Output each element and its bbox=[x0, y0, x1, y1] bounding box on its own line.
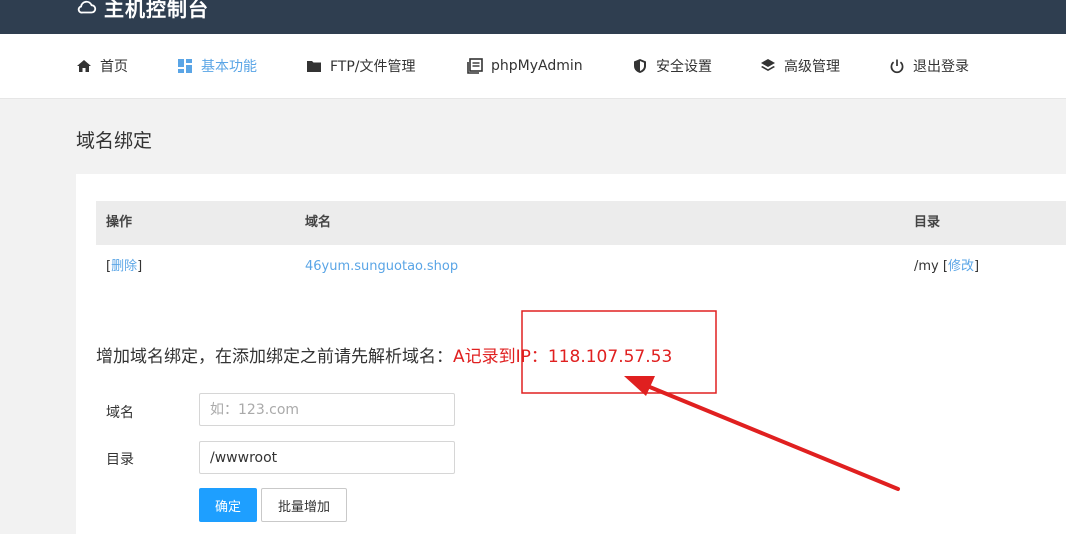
notice-text: 增加域名绑定，在添加绑定之前请先解析域名： bbox=[96, 347, 453, 367]
nav-item-basic[interactable]: 基本功能 bbox=[177, 34, 257, 98]
nav-label: 安全设置 bbox=[656, 59, 712, 75]
edit-link[interactable]: 修改 bbox=[948, 259, 974, 274]
page-title: 域名绑定 bbox=[76, 130, 153, 152]
directory-value: /my bbox=[914, 259, 939, 274]
power-icon bbox=[890, 59, 904, 74]
directory-label: 目录 bbox=[106, 452, 134, 468]
main-nav: 首页 基本功能 FTP/文件管理 phpMyAdmin 安全设置 高级管理 退出… bbox=[0, 34, 1066, 99]
table-header: 操作 域名 目录 bbox=[96, 201, 1066, 245]
nav-item-logout[interactable]: 退出登录 bbox=[889, 34, 969, 98]
header-domain: 域名 bbox=[305, 215, 332, 230]
nav-label: 基本功能 bbox=[201, 59, 257, 75]
nav-label: 首页 bbox=[100, 59, 128, 75]
domain-binding-panel: 操作 域名 目录 [删除] 46yum.sunguotao.shop /my [… bbox=[76, 174, 1066, 534]
delete-link[interactable]: 删除 bbox=[111, 259, 137, 274]
nav-item-home[interactable]: 首页 bbox=[76, 34, 128, 98]
brand-title: 主机控制台 bbox=[104, 0, 209, 21]
domain-input[interactable] bbox=[199, 393, 455, 426]
confirm-button[interactable]: 确定 bbox=[199, 488, 257, 522]
nav-item-phpmyadmin[interactable]: phpMyAdmin bbox=[467, 34, 583, 98]
home-icon bbox=[77, 60, 91, 72]
directory-cell: /my [修改] bbox=[914, 259, 980, 274]
domain-link[interactable]: 46yum.sunguotao.shop bbox=[305, 245, 458, 289]
nav-label: FTP/文件管理 bbox=[330, 59, 416, 75]
grid-icon bbox=[178, 59, 192, 73]
shield-icon bbox=[634, 59, 646, 73]
top-bar: 主机控制台 bbox=[0, 0, 1066, 34]
database-icon bbox=[467, 58, 483, 74]
header-directory: 目录 bbox=[914, 215, 941, 230]
layers-icon bbox=[761, 59, 775, 71]
batch-add-button[interactable]: 批量增加 bbox=[261, 488, 347, 522]
table-row: [删除] 46yum.sunguotao.shop /my [修改] bbox=[96, 245, 1066, 289]
nav-label: phpMyAdmin bbox=[491, 58, 583, 74]
notice-ip-record: A记录到IP：118.107.57.53 bbox=[453, 347, 673, 367]
nav-label: 高级管理 bbox=[784, 59, 840, 75]
nav-item-security[interactable]: 安全设置 bbox=[632, 34, 712, 98]
nav-label: 退出登录 bbox=[913, 59, 969, 75]
cloud-icon bbox=[77, 0, 97, 14]
binding-notice: 增加域名绑定，在添加绑定之前请先解析域名：A记录到IP：118.107.57.5… bbox=[96, 342, 672, 367]
header-actions: 操作 bbox=[106, 215, 133, 230]
nav-item-ftp[interactable]: FTP/文件管理 bbox=[306, 34, 416, 98]
actions-cell: [删除] bbox=[106, 259, 143, 274]
folder-icon bbox=[307, 61, 321, 72]
directory-input[interactable] bbox=[199, 441, 455, 474]
domain-label: 域名 bbox=[106, 405, 134, 421]
brand: 主机控制台 bbox=[76, 0, 209, 24]
nav-item-advanced[interactable]: 高级管理 bbox=[760, 34, 840, 98]
